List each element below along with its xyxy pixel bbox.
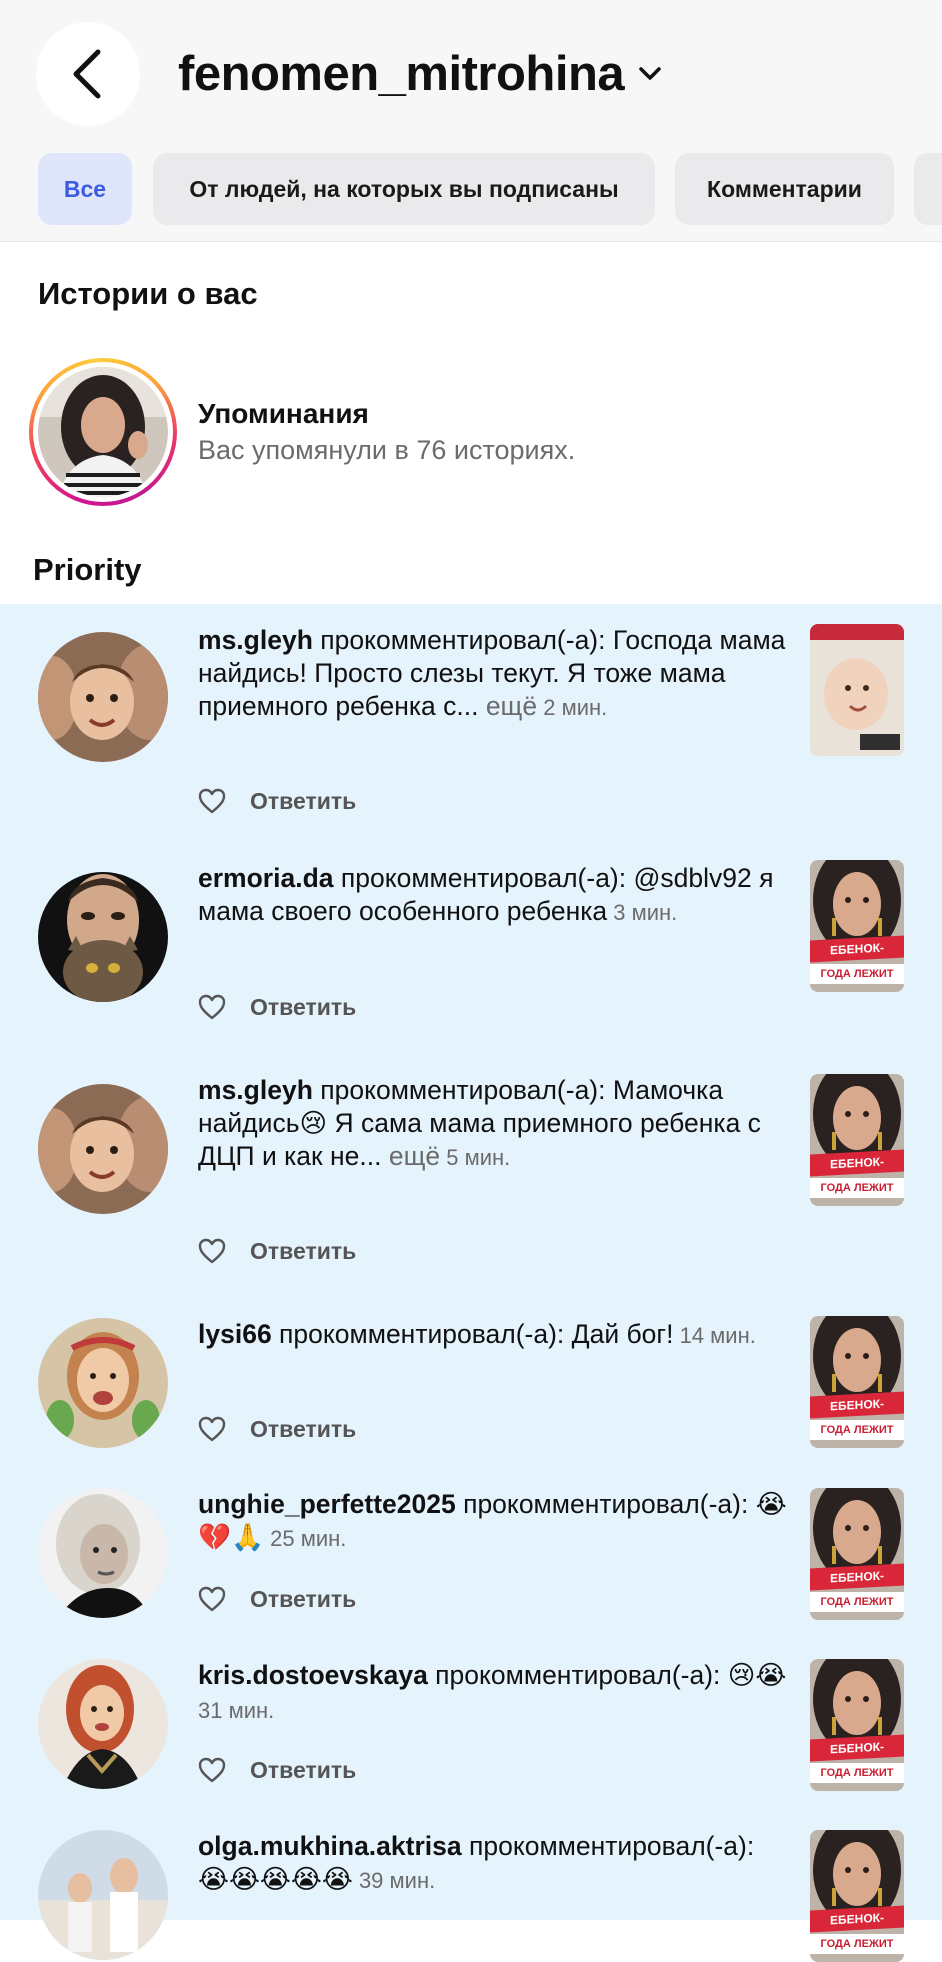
heart-icon[interactable] [198, 788, 226, 814]
top-header: fenomen_mitrohina [0, 0, 942, 148]
user-avatar[interactable] [38, 1318, 168, 1448]
notification-actions: Ответить [198, 786, 356, 816]
heart-icon[interactable] [198, 994, 226, 1020]
chevron-left-icon [73, 49, 101, 99]
mentions-info[interactable]: Упоминания Вас упомянули в 76 историях. [198, 396, 575, 468]
timestamp: 3 мин. [607, 900, 678, 925]
notification-actions: Ответить [198, 1584, 356, 1614]
post-thumbnail[interactable]: ЕБЕНОК- ГОДА ЛЕЖИТ [810, 1488, 904, 1620]
reply-button[interactable]: Ответить [250, 1416, 356, 1443]
reply-button[interactable]: Ответить [250, 994, 356, 1021]
more-link[interactable]: ещё [381, 1141, 440, 1171]
username[interactable]: unghie_perfette2025 [198, 1489, 456, 1519]
notification-text: ms.gleyh прокомментировал(-а): Мамочка н… [198, 1075, 761, 1171]
user-avatar[interactable] [38, 1084, 168, 1214]
heart-icon[interactable] [198, 1238, 226, 1264]
filter-following-chip[interactable]: От людей, на которых вы подписаны [153, 153, 655, 225]
post-thumbnail[interactable]: ЕБЕНОК- ГОДА ЛЕЖИТ [810, 1830, 904, 1962]
username[interactable]: ermoria.da [198, 863, 334, 893]
notification-text: lysi66 прокомментировал(-а): Дай бог! 14… [198, 1319, 756, 1349]
stories-section-title: Истории о вас [38, 276, 258, 311]
post-thumbnail[interactable]: ЕБЕНОК- ГОДА ЛЕЖИТ [810, 860, 904, 992]
username[interactable]: kris.dostoevskaya [198, 1660, 428, 1690]
mentions-title: Упоминания [198, 398, 369, 429]
thumb-caption-2: ГОДА ЛЕЖИТ [810, 1178, 904, 1198]
filter-following-label: От людей, на которых вы подписаны [189, 175, 619, 202]
timestamp: 2 мин. [537, 695, 608, 720]
username[interactable]: lysi66 [198, 1319, 272, 1349]
filter-comments-chip[interactable]: Комментарии [675, 153, 894, 225]
mentions-subtitle: Вас упомянули в 76 историях. [198, 435, 576, 465]
thumb-caption-2: ГОДА ЛЕЖИТ [810, 964, 904, 984]
username[interactable]: ms.gleyh [198, 625, 313, 655]
reply-button[interactable]: Ответить [250, 1238, 356, 1265]
priority-list: ms.gleyh прокомментировал(-а): Господа м… [0, 604, 942, 1962]
user-avatar[interactable] [38, 1488, 168, 1618]
thumb-caption-2: ГОДА ЛЕЖИТ [810, 1934, 904, 1954]
notification-actions: Ответить [198, 1236, 356, 1266]
reply-button[interactable]: Ответить [250, 788, 356, 815]
post-thumbnail[interactable]: ЕБЕНОК- ГОДА ЛЕЖИТ [810, 1074, 904, 1206]
user-avatar[interactable] [38, 872, 168, 1002]
filter-more-chip[interactable] [914, 153, 942, 225]
heart-icon[interactable] [198, 1416, 226, 1442]
notification-text: unghie_perfette2025 прокомментировал(-а)… [198, 1489, 787, 1552]
more-link[interactable]: ещё [478, 691, 537, 721]
filter-bar: Все От людей, на которых вы подписаны Ко… [0, 148, 942, 242]
timestamp: 39 мин. [352, 1868, 436, 1893]
thumb-caption-2: ГОДА ЛЕЖИТ [810, 1592, 904, 1612]
thumb-caption-2: ГОДА ЛЕЖИТ [810, 1420, 904, 1440]
timestamp: 14 мин. [673, 1323, 756, 1348]
notification-text: kris.dostoevskaya прокомментировал(-а): … [198, 1660, 787, 1723]
reply-button[interactable]: Ответить [250, 1757, 356, 1784]
chevron-down-icon [639, 67, 661, 80]
username[interactable]: ms.gleyh [198, 1075, 313, 1105]
user-avatar[interactable] [38, 1830, 168, 1960]
back-button[interactable] [36, 22, 140, 126]
user-avatar[interactable] [38, 632, 168, 762]
notification-text: ms.gleyh прокомментировал(-а): Господа м… [198, 625, 786, 721]
timestamp: 5 мин. [440, 1145, 511, 1170]
heart-icon[interactable] [198, 1586, 226, 1612]
timestamp: 25 мин. [264, 1526, 347, 1551]
timestamp: 31 мин. [198, 1698, 275, 1723]
filter-all-chip[interactable]: Все [38, 153, 132, 225]
filter-all-label: Все [63, 175, 107, 202]
heart-icon[interactable] [198, 1757, 226, 1783]
priority-section-title: Priority [33, 552, 142, 587]
notification-actions: Ответить [198, 1414, 356, 1444]
reply-button[interactable]: Ответить [250, 1586, 356, 1613]
username[interactable]: olga.mukhina.aktrisa [198, 1831, 462, 1861]
post-thumbnail[interactable]: ЕБЕНОК- ГОДА ЛЕЖИТ [810, 1659, 904, 1791]
post-thumbnail[interactable]: ЕБЕНОК- ГОДА ЛЕЖИТ [810, 1316, 904, 1448]
mentions-story-avatar[interactable] [29, 358, 177, 506]
mentions-avatar-image [38, 367, 168, 497]
thumb-caption-2: ГОДА ЛЕЖИТ [810, 1763, 904, 1783]
user-avatar[interactable] [38, 1659, 168, 1789]
notification-actions: Ответить [198, 992, 356, 1022]
notification-actions: Ответить [198, 1755, 356, 1785]
notification-text: ermoria.da прокомментировал(-а): @sdblv9… [198, 863, 774, 926]
post-thumbnail[interactable] [810, 624, 904, 756]
account-switcher[interactable]: fenomen_mitrohina [178, 42, 662, 106]
notification-text: olga.mukhina.aktrisa прокомментировал(-а… [198, 1831, 755, 1894]
filter-comments-label: Комментарии [707, 175, 862, 202]
account-title: fenomen_mitrohina [178, 47, 625, 101]
